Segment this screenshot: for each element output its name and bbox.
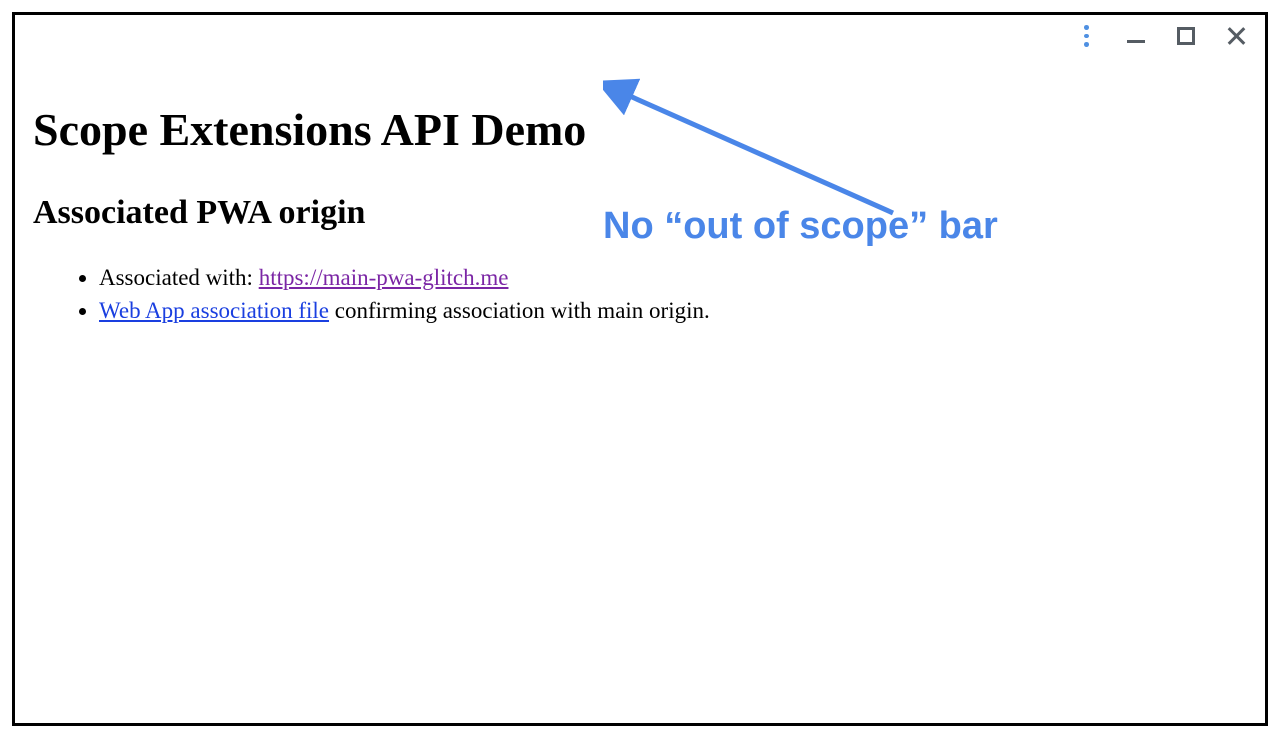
association-file-link[interactable]: Web App association file (99, 298, 329, 323)
close-icon[interactable] (1225, 25, 1247, 47)
annotation-label: No “out of scope” bar (603, 205, 998, 248)
kebab-menu-icon[interactable] (1075, 25, 1097, 47)
maximize-icon[interactable] (1175, 25, 1197, 47)
window-titlebar (1075, 25, 1247, 47)
pwa-window: Scope Extensions API Demo Associated PWA… (12, 12, 1268, 726)
associated-origin-list: Associated with: https://main-pwa-glitch… (33, 262, 1247, 326)
list-item-suffix: confirming association with main origin. (329, 298, 710, 323)
list-item: Web App association file confirming asso… (99, 295, 1247, 326)
minimize-icon[interactable] (1125, 25, 1147, 47)
page-title: Scope Extensions API Demo (33, 103, 1247, 156)
main-pwa-link[interactable]: https://main-pwa-glitch.me (259, 265, 509, 290)
list-item: Associated with: https://main-pwa-glitch… (99, 262, 1247, 293)
list-item-prefix: Associated with: (99, 265, 259, 290)
